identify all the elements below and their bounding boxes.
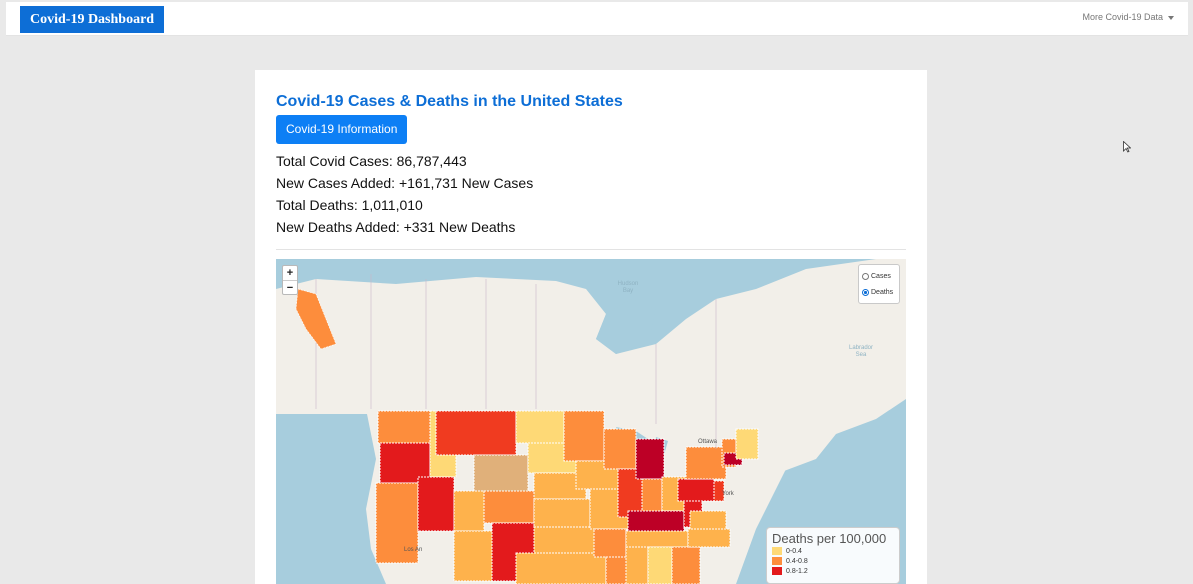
map-legend: Deaths per 100,000 0-0.4 0.4-0.8 0.8-1.2 <box>766 527 900 584</box>
legend-item: 0.4-0.8 <box>772 556 894 566</box>
state-colorado <box>483 490 535 524</box>
state-kansas <box>533 498 591 528</box>
legend-item: 0.8-1.2 <box>772 566 894 576</box>
state-texas <box>515 552 607 584</box>
layer-toggle: Cases Deaths <box>858 264 900 304</box>
state-washington <box>377 410 431 444</box>
top-navbar: Covid-19 Dashboard More Covid-19 Data <box>6 2 1188 36</box>
state-wisconsin <box>603 428 637 470</box>
legend-swatch <box>772 567 782 575</box>
zoom-in-button[interactable]: + <box>283 266 297 280</box>
mouse-cursor-icon <box>1123 141 1131 153</box>
more-data-label: More Covid-19 Data <box>1082 12 1163 22</box>
cases-label: Cases <box>871 272 891 280</box>
legend-title: Deaths per 100,000 <box>772 531 887 546</box>
state-michigan <box>635 438 665 480</box>
legend-swatch <box>772 557 782 565</box>
state-maine <box>735 428 759 460</box>
ottawa-label: Ottawa <box>698 439 718 445</box>
deaths-radio[interactable] <box>862 288 869 296</box>
page-title: Covid-19 Cases & Deaths in the United St… <box>276 93 623 110</box>
legend-label: 0-0.4 <box>786 547 802 555</box>
new-deaths-stat: New Deaths Added: +331 New Deaths <box>276 219 516 235</box>
state-north-dakota <box>515 410 565 444</box>
new-york-label: York <box>722 491 734 497</box>
state-minnesota <box>563 410 605 462</box>
layer-option-deaths[interactable]: Deaths <box>862 284 896 300</box>
total-deaths-stat: Total Deaths: 1,011,010 <box>276 197 423 213</box>
state-north-carolina <box>687 528 731 548</box>
state-new-york <box>685 446 727 480</box>
legend-label: 0.4-0.8 <box>786 557 808 565</box>
state-indiana <box>641 478 663 516</box>
hudson-bay <box>596 299 656 354</box>
covid-information-button[interactable]: Covid-19 Information <box>276 115 408 144</box>
layer-option-cases[interactable]: Cases <box>862 268 896 284</box>
state-wyoming <box>473 454 529 492</box>
new-cases-stat: New Cases Added: +161,731 New Cases <box>276 175 534 191</box>
legend-swatch <box>772 547 782 555</box>
zoom-control: + − <box>282 265 298 295</box>
divider <box>276 249 906 250</box>
choropleth-map[interactable]: + − Cases Deaths Hudson Bay Labrador Sea… <box>276 259 906 584</box>
state-utah <box>453 490 485 532</box>
state-nevada <box>417 476 455 532</box>
state-pennsylvania <box>677 478 715 502</box>
legend-label: 0.8-1.2 <box>786 567 808 575</box>
state-arizona <box>453 530 493 582</box>
los-angeles-label: Los An <box>404 547 423 553</box>
state-arkansas <box>593 528 627 558</box>
deaths-label: Deaths <box>871 288 894 296</box>
hudson-bay-label: Hudson Bay <box>617 281 639 294</box>
state-mississippi <box>625 546 649 584</box>
state-montana <box>435 410 517 456</box>
labrador-sea-label: Labrador Sea <box>848 345 874 358</box>
cases-radio[interactable] <box>862 272 869 280</box>
brand-link[interactable]: Covid-19 Dashboard <box>20 6 165 33</box>
state-kentucky <box>627 510 685 532</box>
state-alabama <box>647 546 673 584</box>
caret-down-icon <box>1168 15 1174 20</box>
state-tennessee <box>625 530 689 548</box>
legend-item: 0-0.4 <box>772 546 894 556</box>
total-cases-stat: Total Covid Cases: 86,787,443 <box>276 153 467 169</box>
more-data-dropdown[interactable]: More Covid-19 Data <box>1082 12 1174 22</box>
zoom-out-button[interactable]: − <box>283 280 297 294</box>
dashboard-panel: Covid-19 Cases & Deaths in the United St… <box>255 70 927 584</box>
state-oklahoma <box>533 526 595 554</box>
state-virginia <box>689 510 727 530</box>
state-georgia <box>671 546 701 584</box>
